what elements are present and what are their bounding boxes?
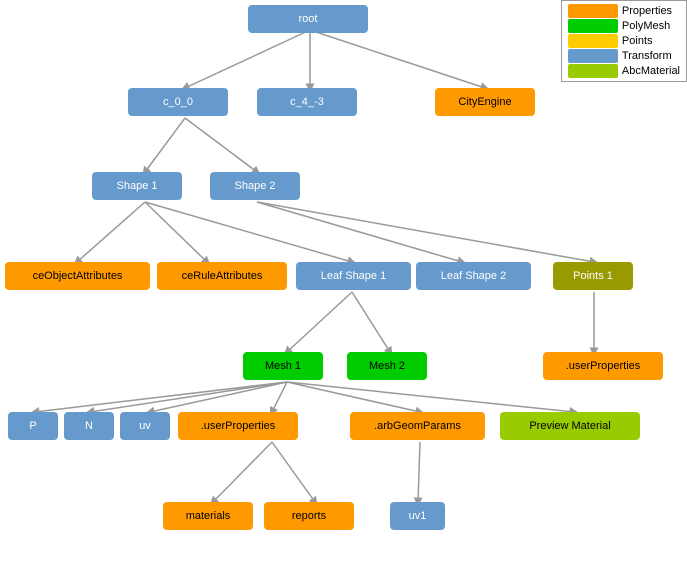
n-node: N: [64, 412, 114, 440]
legend: Properties PolyMesh Points Transform Abc…: [561, 0, 687, 82]
materials-node: materials: [163, 502, 253, 530]
user-props-node: .userProperties: [178, 412, 298, 440]
legend-transform-label: Transform: [622, 50, 672, 62]
arb-geom-node: .arbGeomParams: [350, 412, 485, 440]
p-node: P: [8, 412, 58, 440]
reports-node: reports: [264, 502, 354, 530]
legend-polymesh-label: PolyMesh: [622, 20, 670, 32]
ce-object-node: ceObjectAttributes: [5, 262, 150, 290]
city-engine-node: CityEngine: [435, 88, 535, 116]
legend-abcmaterial-label: AbcMaterial: [622, 65, 680, 77]
mesh1-node: Mesh 1: [243, 352, 323, 380]
c-0-0-node: c_0_0: [128, 88, 228, 116]
legend-points-label: Points: [622, 35, 653, 47]
legend-abcmaterial-color: [568, 64, 618, 78]
leaf-shape1-node: Leaf Shape 1: [296, 262, 411, 290]
root-node: root: [248, 5, 368, 33]
legend-properties-label: Properties: [622, 5, 672, 17]
mesh2-node: Mesh 2: [347, 352, 427, 380]
legend-transform-color: [568, 49, 618, 63]
uv-node: uv: [120, 412, 170, 440]
leaf-shape2-node: Leaf Shape 2: [416, 262, 531, 290]
legend-points-color: [568, 34, 618, 48]
points1-node: Points 1: [553, 262, 633, 290]
uv1-node: uv1: [390, 502, 445, 530]
preview-material-node: Preview Material: [500, 412, 640, 440]
ce-rule-node: ceRuleAttributes: [157, 262, 287, 290]
legend-polymesh-color: [568, 19, 618, 33]
legend-properties-color: [568, 4, 618, 18]
shape2-node: Shape 2: [210, 172, 300, 200]
shape1-node: Shape 1: [92, 172, 182, 200]
c-4--3-node: c_4_-3: [257, 88, 357, 116]
user-props-right-node: .userProperties: [543, 352, 663, 380]
